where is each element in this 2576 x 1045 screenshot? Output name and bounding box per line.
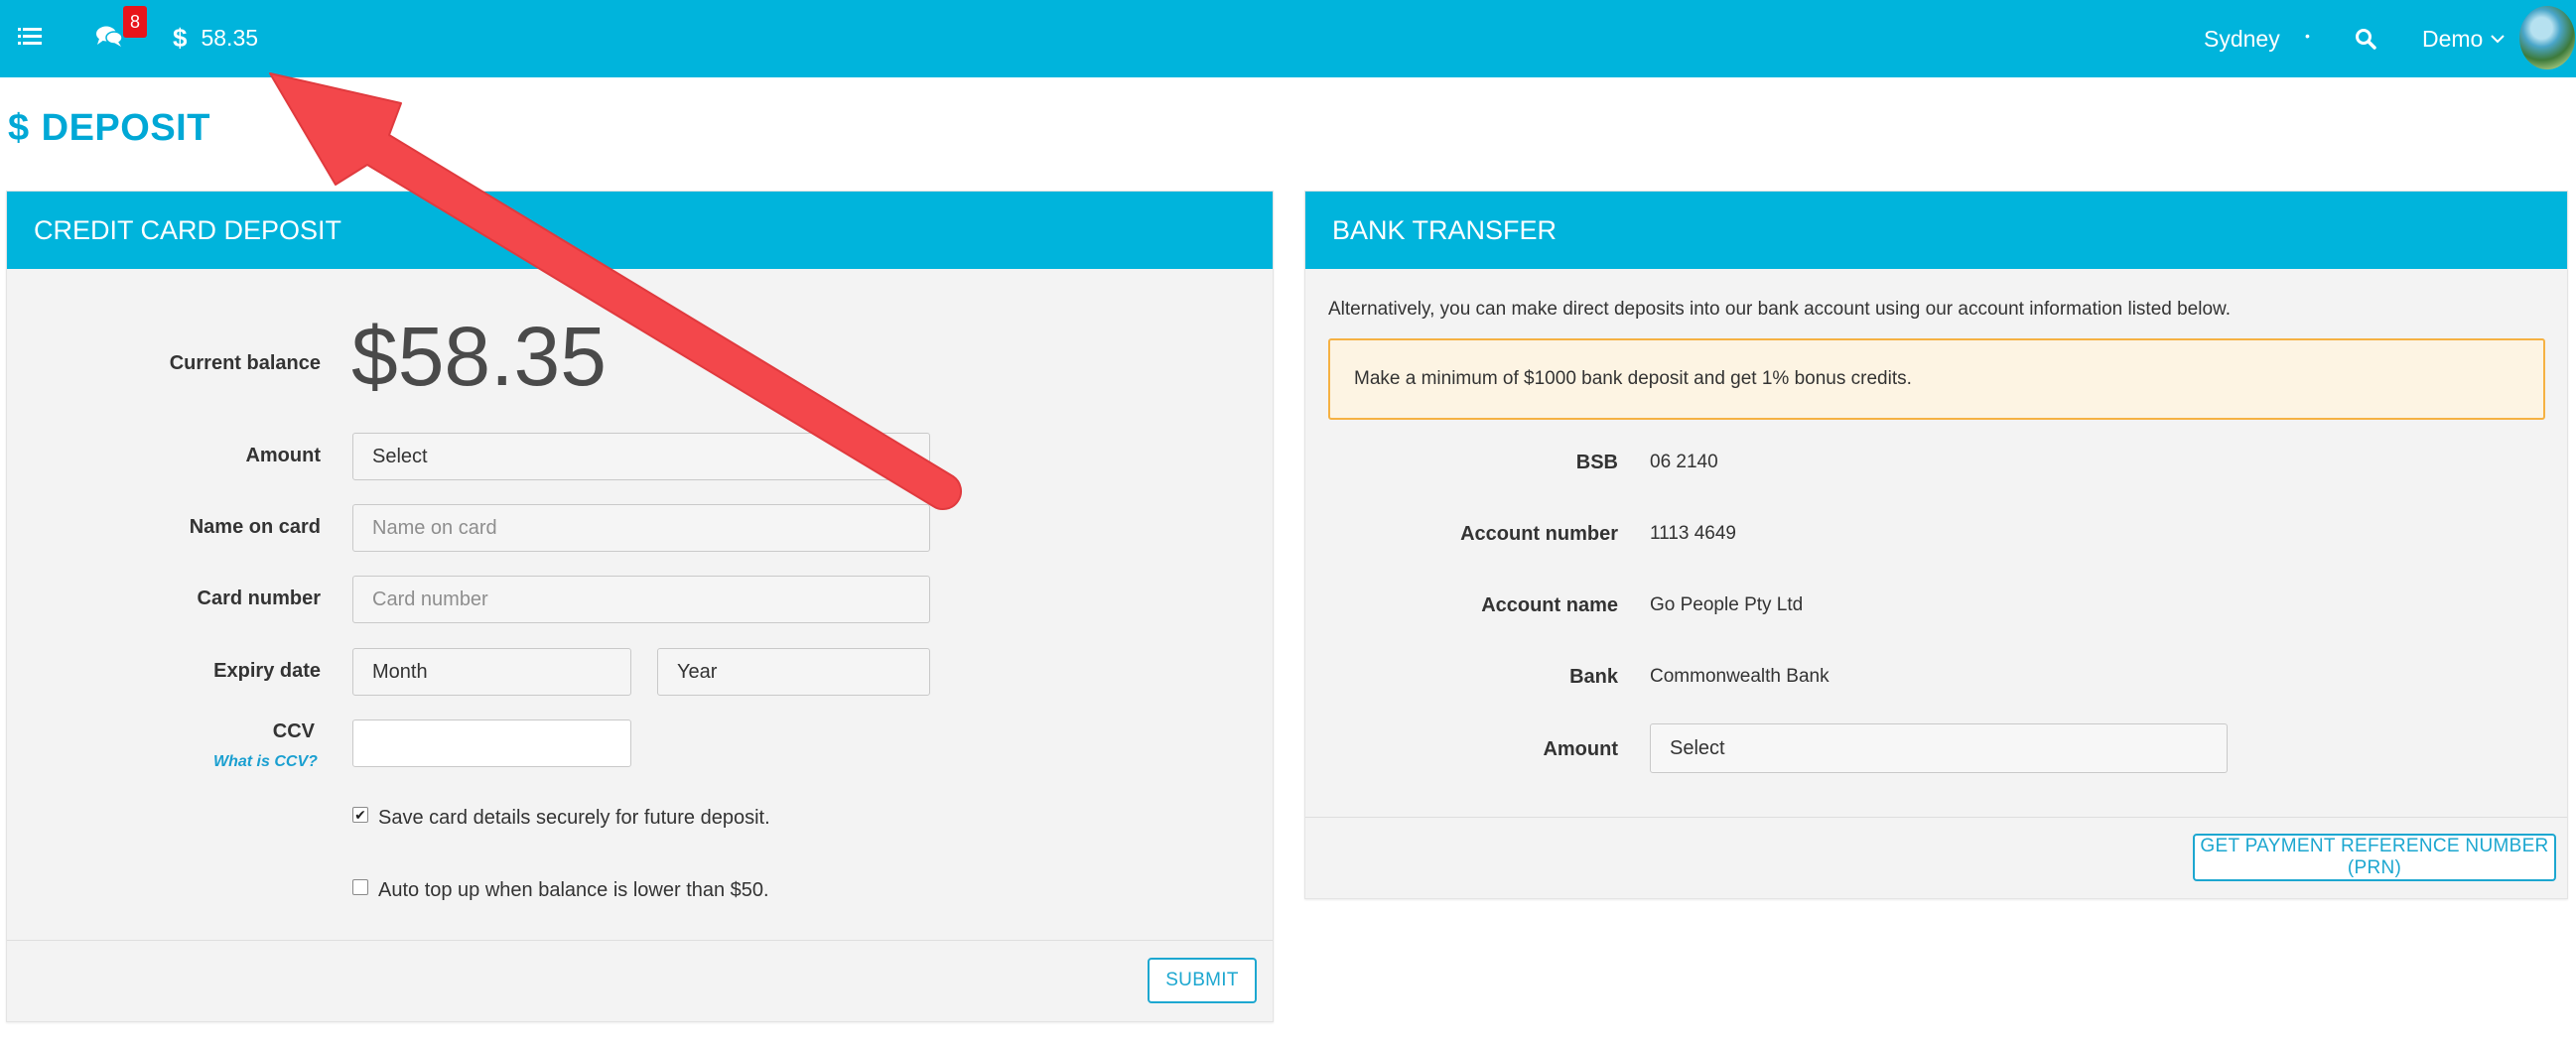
card-number-label: Card number: [197, 588, 321, 609]
user-name: Demo: [2422, 25, 2484, 52]
credit-card-panel-heading: CREDIT CARD DEPOSIT: [7, 192, 1273, 269]
search-button[interactable]: [2355, 24, 2384, 54]
current-balance-value: $58.35: [351, 310, 607, 403]
bank-transfer-panel: BANK TRANSFER Alternatively, you can mak…: [1304, 191, 2568, 899]
amount-select-value: Select: [372, 445, 428, 467]
messages-button[interactable]: [95, 22, 125, 52]
save-card-checkbox[interactable]: ✔: [352, 806, 368, 823]
ccv-label: CCV: [272, 720, 315, 742]
what-is-ccv-link[interactable]: What is CCV?: [213, 753, 318, 771]
page-title: $ DEPOSIT: [8, 107, 210, 150]
name-on-card-label: Name on card: [189, 516, 321, 538]
avatar[interactable]: [2519, 6, 2575, 69]
save-card-option[interactable]: ✔ Save card details securely for future …: [352, 806, 770, 830]
bank-transfer-panel-footer: GET PAYMENT REFERENCE NUMBER (PRN): [1305, 817, 2567, 898]
auto-topup-checkbox[interactable]: [352, 878, 368, 895]
credit-card-deposit-panel: CREDIT CARD DEPOSIT Current balance $58.…: [6, 191, 1274, 1022]
auto-topup-label: Auto top up when balance is lower than $…: [378, 879, 769, 901]
bsb-label: BSB: [1575, 452, 1618, 473]
amount-label: Amount: [245, 445, 321, 466]
user-menu-dropdown[interactable]: Demo: [2422, 22, 2506, 56]
ccv-input[interactable]: [352, 719, 631, 767]
expiry-date-label: Expiry date: [213, 660, 321, 682]
balance-amount: 58.35: [201, 24, 259, 51]
chevron-down-icon: [2491, 35, 2506, 44]
menu-toggle-button[interactable]: [18, 24, 44, 50]
amount-select[interactable]: Select: [352, 433, 930, 480]
bonus-promo-notice: Make a minimum of $1000 bank deposit and…: [1328, 338, 2545, 420]
menu-list-icon: [18, 28, 42, 45]
bank-amount-select-value: Select: [1670, 736, 1725, 759]
bank-value: Commonwealth Bank: [1650, 666, 1830, 687]
expiry-year-value: Year: [677, 660, 718, 683]
dollar-icon: $: [173, 22, 188, 53]
save-card-label: Save card details securely for future de…: [378, 807, 770, 829]
search-icon: [2356, 29, 2376, 50]
expiry-month-select[interactable]: Month: [352, 648, 631, 696]
credit-card-panel-footer: SUBMIT: [7, 940, 1273, 1021]
account-number-value: 1113 4649: [1650, 523, 1736, 544]
notification-count-badge[interactable]: 8: [123, 6, 147, 38]
bank-transfer-intro: Alternatively, you can make direct depos…: [1328, 299, 2231, 320]
get-prn-button[interactable]: GET PAYMENT REFERENCE NUMBER (PRN): [2193, 834, 2556, 881]
top-navigation-bar: 8 $ 58.35 Sydney • Demo: [0, 0, 2576, 77]
bank-amount-select[interactable]: Select: [1650, 723, 2228, 773]
dollar-icon: $: [8, 107, 30, 149]
location-selector[interactable]: Sydney: [2204, 22, 2280, 56]
bank-label: Bank: [1569, 666, 1618, 688]
expiry-year-select[interactable]: Year: [657, 648, 930, 696]
account-balance[interactable]: $ 58.35: [173, 22, 258, 54]
account-number-label: Account number: [1460, 523, 1618, 545]
expiry-month-value: Month: [372, 660, 428, 683]
account-name-label: Account name: [1481, 594, 1618, 616]
account-name-value: Go People Pty Ltd: [1650, 594, 1804, 615]
submit-button[interactable]: SUBMIT: [1148, 958, 1257, 1003]
page-title-text: DEPOSIT: [41, 107, 210, 149]
bank-transfer-panel-heading: BANK TRANSFER: [1305, 192, 2567, 269]
bsb-value: 06 2140: [1650, 452, 1718, 472]
auto-topup-option[interactable]: Auto top up when balance is lower than $…: [352, 878, 769, 902]
bank-amount-label: Amount: [1543, 738, 1618, 760]
chat-bubbles-icon: [96, 26, 123, 47]
separator-dot: •: [2305, 28, 2310, 44]
name-on-card-input[interactable]: [352, 504, 930, 552]
card-number-input[interactable]: [352, 576, 930, 623]
current-balance-label: Current balance: [169, 352, 321, 374]
